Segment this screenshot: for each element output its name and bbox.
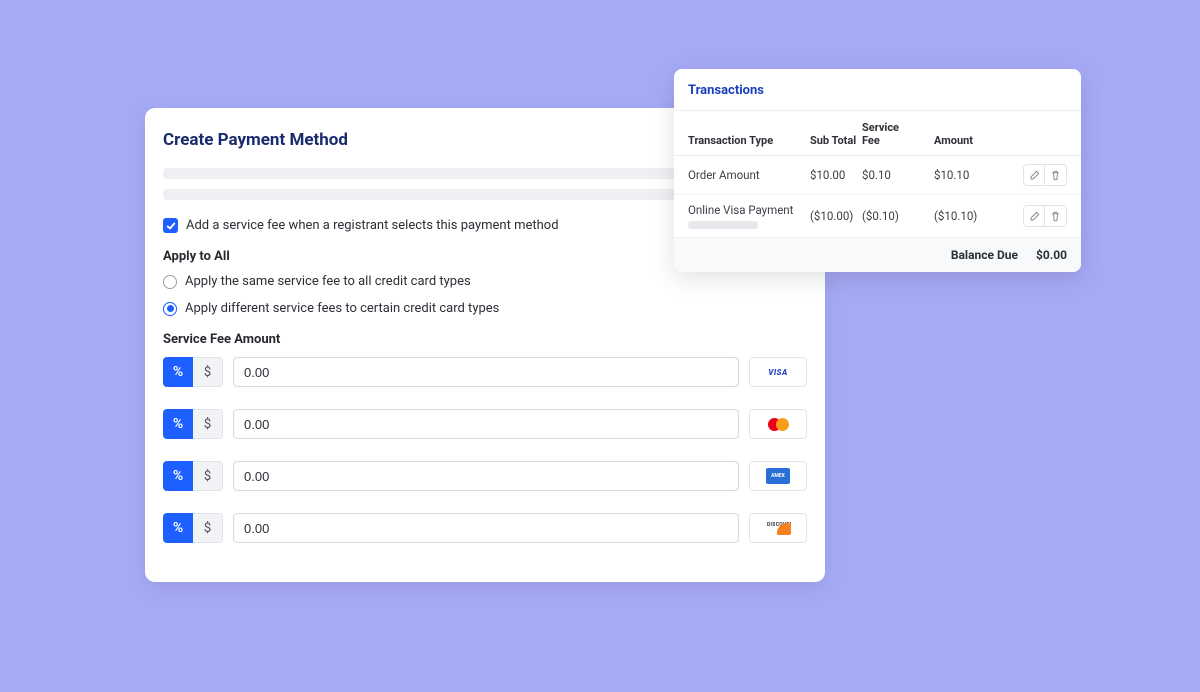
transaction-row: Order Amount $10.00 $0.10 $10.10 (674, 156, 1081, 195)
cell-type: Online Visa Payment (688, 203, 810, 229)
checkbox-checked-icon[interactable] (163, 218, 178, 233)
cell-sub: ($10.00) (810, 209, 862, 223)
amex-icon: AMEX (749, 461, 807, 491)
percent-toggle[interactable]: % (163, 461, 193, 491)
cell-sub: $10.00 (810, 168, 862, 182)
cell-amount: ($10.10) (916, 209, 988, 223)
fee-row-mastercard: % $ (163, 409, 807, 439)
dollar-toggle[interactable]: $ (193, 461, 223, 491)
col-transaction-type: Transaction Type (688, 134, 810, 147)
percent-toggle[interactable]: % (163, 357, 193, 387)
dollar-toggle[interactable]: $ (193, 357, 223, 387)
col-service-fee: Service Fee (862, 121, 916, 147)
fee-input-visa[interactable] (233, 357, 739, 387)
visa-icon: VISA (749, 357, 807, 387)
radio-same-fee-label: Apply the same service fee to all credit… (185, 274, 471, 289)
transactions-footer: Balance Due $0.00 (674, 238, 1081, 272)
fee-row-discover: % $ DISCOVER (163, 513, 807, 543)
fee-input-amex[interactable] (233, 461, 739, 491)
fee-input-discover[interactable] (233, 513, 739, 543)
col-amount: Amount (916, 134, 988, 147)
fee-row-visa: % $ VISA (163, 357, 807, 387)
delete-button[interactable] (1045, 205, 1067, 227)
cell-fee: $0.10 (862, 168, 916, 182)
dollar-toggle[interactable]: $ (193, 513, 223, 543)
radio-unselected-icon[interactable] (163, 275, 177, 289)
edit-button[interactable] (1023, 205, 1045, 227)
radio-same-fee[interactable]: Apply the same service fee to all credit… (163, 274, 807, 289)
mastercard-icon (749, 409, 807, 439)
radio-different-fee-label: Apply different service fees to certain … (185, 301, 499, 316)
delete-button[interactable] (1045, 164, 1067, 186)
percent-toggle[interactable]: % (163, 409, 193, 439)
service-fee-heading: Service Fee Amount (163, 332, 807, 347)
fee-row-amex: % $ AMEX (163, 461, 807, 491)
col-sub-total: Sub Total (810, 134, 862, 147)
balance-due-value: $0.00 (1036, 248, 1067, 262)
add-service-fee-label: Add a service fee when a registrant sele… (186, 218, 559, 233)
placeholder-line (688, 221, 758, 229)
edit-button[interactable] (1023, 164, 1045, 186)
cell-amount: $10.10 (916, 168, 988, 182)
fee-input-mastercard[interactable] (233, 409, 739, 439)
dollar-toggle[interactable]: $ (193, 409, 223, 439)
percent-toggle[interactable]: % (163, 513, 193, 543)
transactions-panel: Transactions Transaction Type Sub Total … (674, 69, 1081, 272)
transaction-row: Online Visa Payment ($10.00) ($0.10) ($1… (674, 195, 1081, 238)
radio-selected-icon[interactable] (163, 302, 177, 316)
balance-due-label: Balance Due (951, 248, 1018, 262)
radio-different-fee[interactable]: Apply different service fees to certain … (163, 301, 807, 316)
transactions-header-row: Transaction Type Sub Total Service Fee A… (674, 111, 1081, 156)
cell-type: Order Amount (688, 168, 810, 182)
discover-icon: DISCOVER (749, 513, 807, 543)
transactions-title: Transactions (674, 69, 1081, 111)
cell-fee: ($0.10) (862, 209, 916, 223)
